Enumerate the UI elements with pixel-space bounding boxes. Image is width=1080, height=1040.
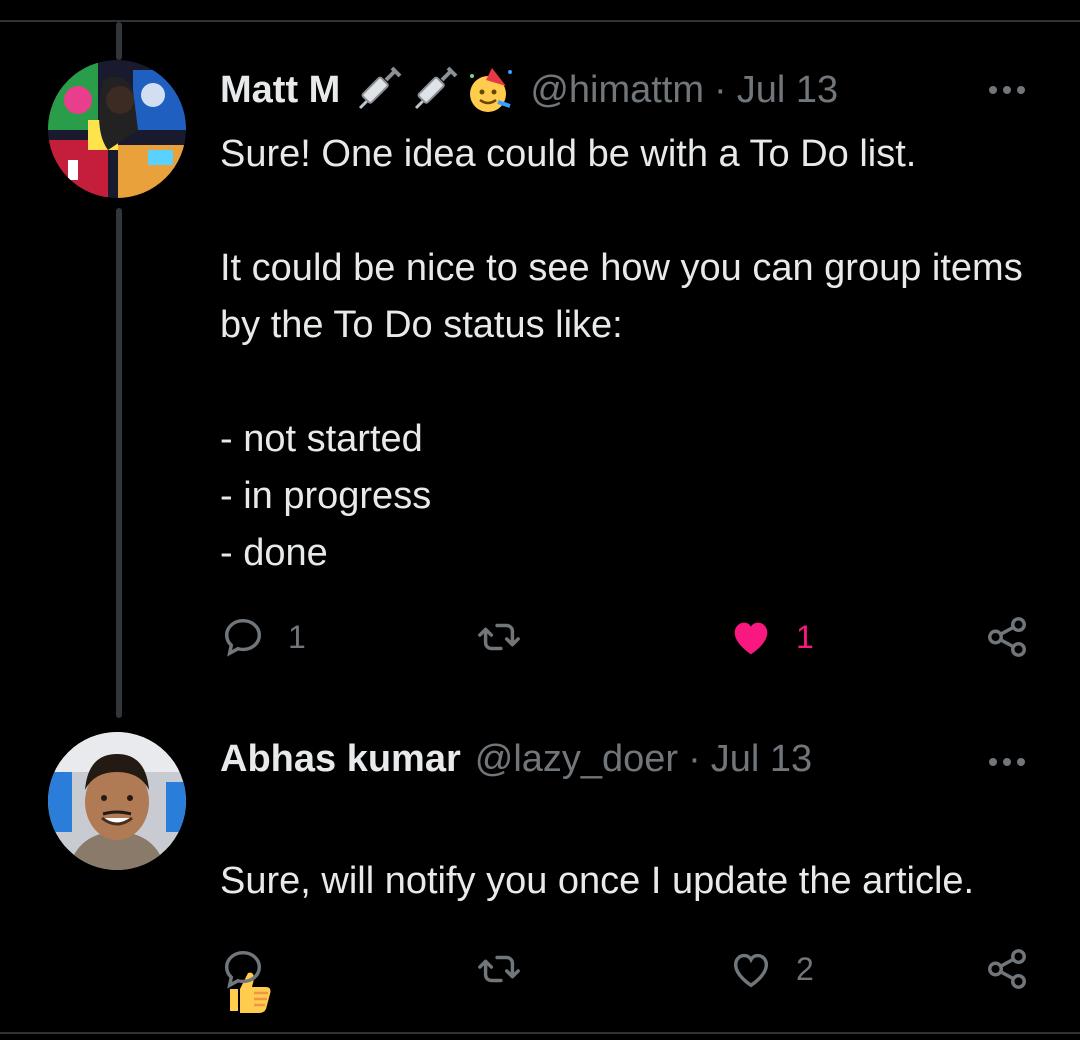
retweet-icon: [478, 955, 520, 983]
thread-line: [116, 208, 122, 718]
syringe-icon: [408, 66, 460, 114]
author-name[interactable]: Matt M: [220, 69, 340, 112]
tweet-header: Matt M @himattm · Jul 13: [220, 66, 838, 114]
partying-face-icon: [464, 66, 516, 114]
retweet-button[interactable]: [476, 946, 544, 992]
separator: ·: [714, 68, 727, 111]
like-count: 2: [796, 950, 814, 987]
author-name[interactable]: Abhas kumar: [220, 738, 461, 781]
thread-line-top: [116, 22, 122, 60]
reply-button[interactable]: 1: [220, 614, 306, 660]
retweet-icon: [478, 623, 520, 651]
more-options-button[interactable]: [984, 80, 1030, 100]
share-icon: [988, 949, 1026, 989]
tweet-text: Sure! One idea could be with a To Do lis…: [220, 133, 1023, 574]
more-options-button[interactable]: [984, 752, 1030, 772]
tweet-header: Abhas kumar @lazy_doer · Jul 13: [220, 738, 812, 781]
heart-filled-icon: [734, 622, 768, 655]
tweet-actions: 2: [220, 946, 1050, 1002]
author-handle[interactable]: @himattm: [530, 69, 704, 112]
avatar-colorful-photo-icon: [48, 60, 186, 198]
reply-count: 1: [288, 618, 306, 655]
tweet-date[interactable]: Jul 13: [737, 69, 838, 112]
retweet-button[interactable]: [476, 614, 544, 660]
like-count: 1: [796, 618, 814, 655]
share-button[interactable]: [984, 614, 1030, 660]
share-button[interactable]: [984, 946, 1030, 992]
share-icon: [988, 617, 1026, 657]
heart-outline-icon: [733, 953, 769, 988]
reply-icon: [224, 618, 262, 657]
reply-button[interactable]: [220, 946, 288, 992]
tweet-actions: 1 1: [220, 614, 1050, 670]
more-icon: [989, 86, 997, 94]
separator: ·: [688, 738, 701, 780]
tweet-date[interactable]: Jul 13: [711, 738, 812, 781]
top-divider: [0, 20, 1080, 22]
like-button[interactable]: 2: [728, 946, 814, 992]
like-button[interactable]: 1: [728, 614, 814, 660]
reply-icon: [224, 950, 262, 989]
tweet-text-content: Sure, will notify you once I update the …: [220, 860, 975, 902]
more-icon: [989, 758, 997, 766]
avatar-matt[interactable]: [48, 60, 186, 198]
bottom-divider: [0, 1032, 1080, 1034]
syringe-icon: [352, 66, 404, 114]
avatar-abhas[interactable]: [48, 732, 186, 870]
name-emojis: [352, 66, 516, 114]
author-handle[interactable]: @lazy_doer: [475, 738, 678, 781]
avatar-person-photo-icon: [48, 732, 186, 870]
